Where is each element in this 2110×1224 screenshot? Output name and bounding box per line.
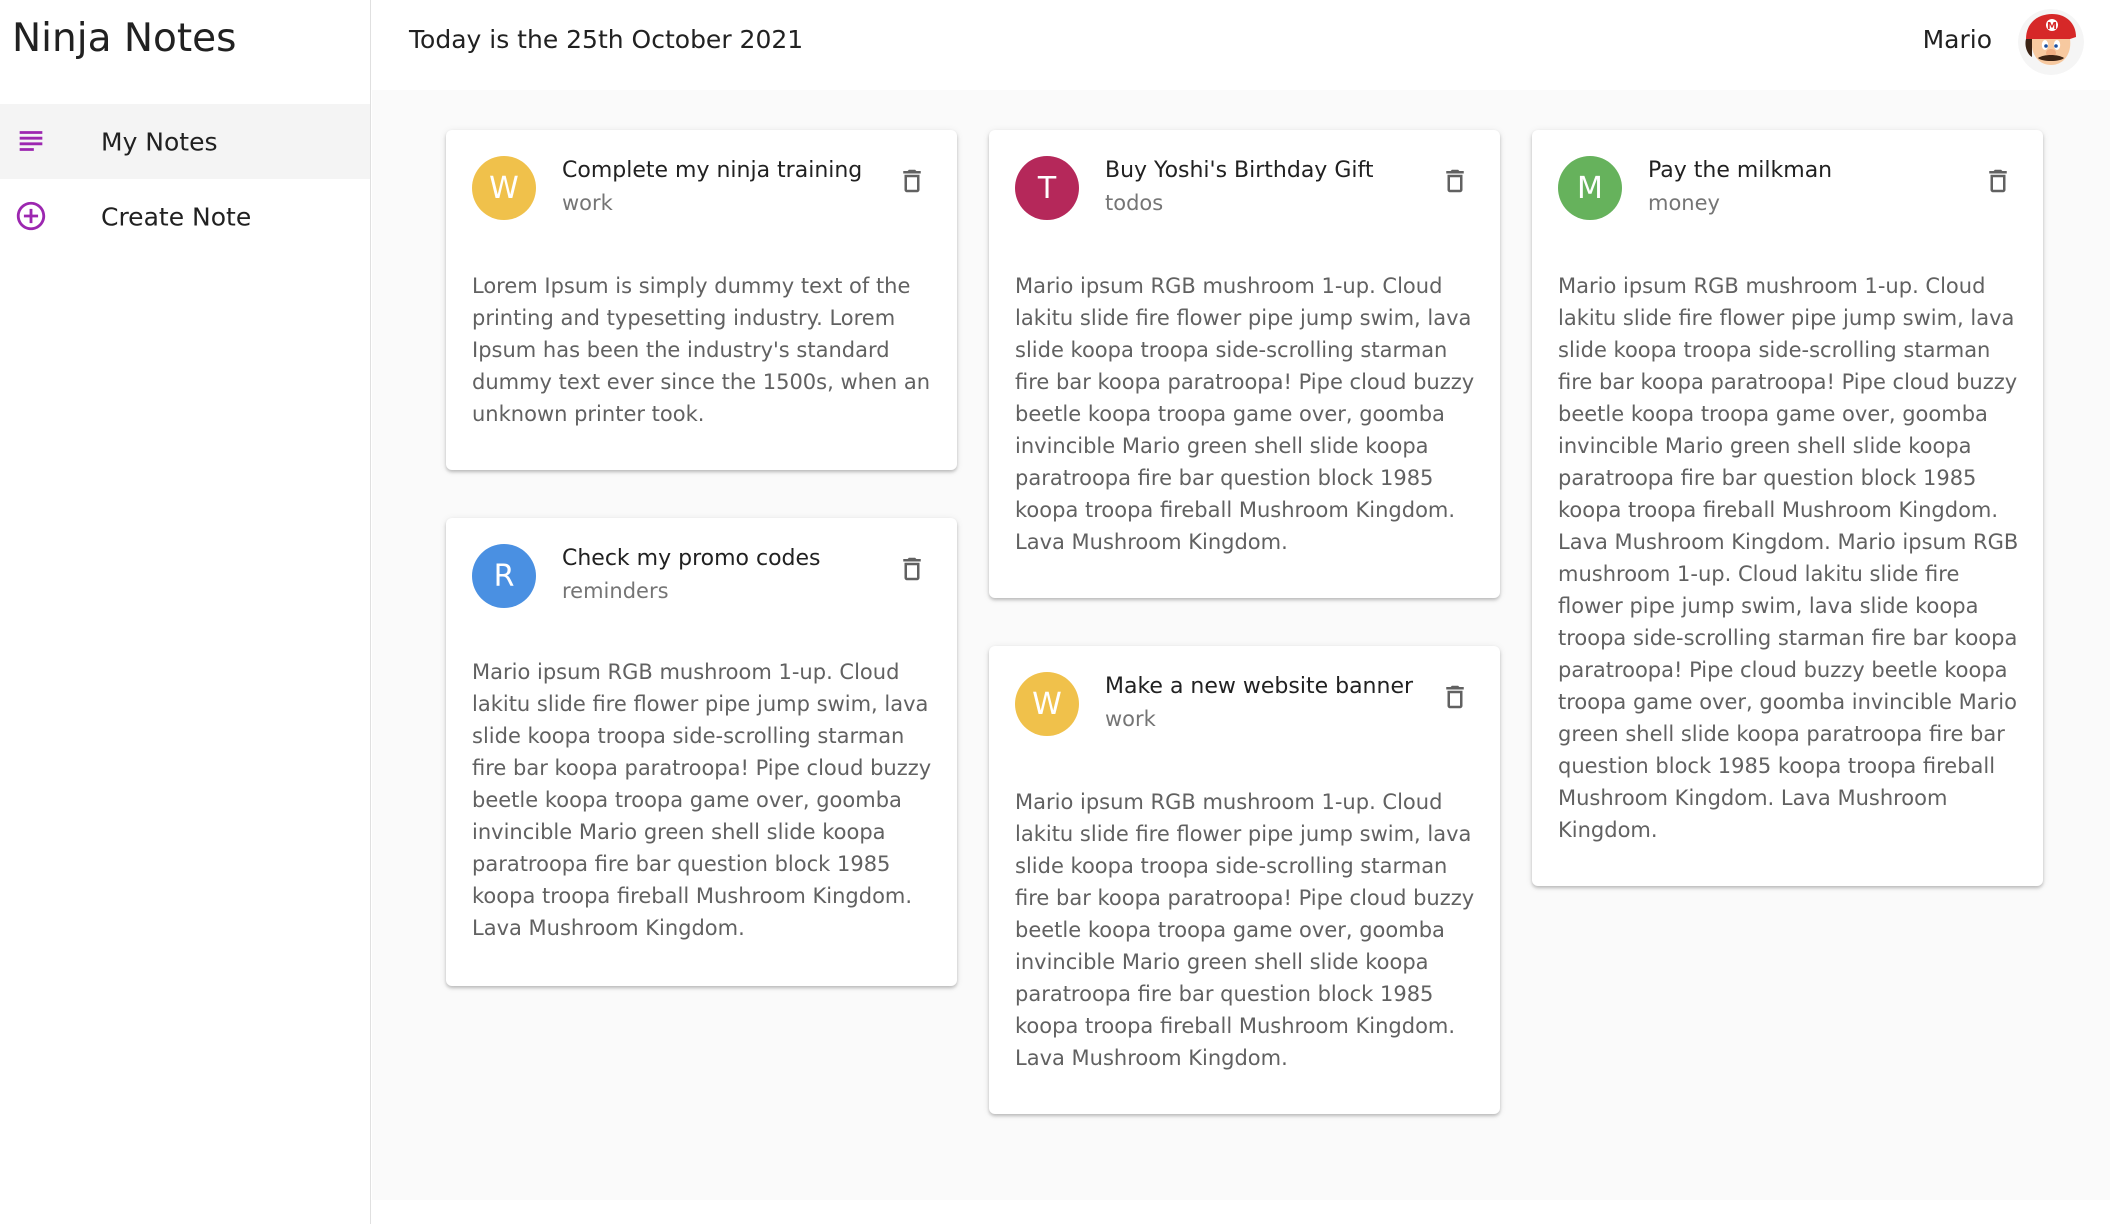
- user-avatar[interactable]: M: [2018, 9, 2084, 75]
- sidebar-nav: My Notes Create Note: [0, 104, 370, 254]
- delete-icon: [903, 557, 921, 581]
- note-title: Check my promo codes: [562, 546, 821, 571]
- note-avatar: W: [472, 156, 536, 220]
- note-title: Buy Yoshi's Birthday Gift: [1105, 158, 1374, 183]
- delete-button[interactable]: [1440, 680, 1470, 714]
- add-circle-outline-icon: [14, 199, 48, 233]
- note-card: R Check my promo codes reminders Mario i…: [446, 518, 957, 986]
- top-bar: Today is the 25th October 2021 Mario M: [372, 0, 2110, 90]
- note-avatar: T: [1015, 156, 1079, 220]
- sidebar-item-my-notes[interactable]: My Notes: [0, 104, 370, 179]
- delete-button[interactable]: [1440, 164, 1470, 198]
- note-body: Lorem Ipsum is simply dummy text of the …: [472, 274, 931, 426]
- note-body: Mario ipsum RGB mushroom 1-up. Cloud lak…: [472, 660, 932, 940]
- note-card: W Make a new website banner work Mario i…: [989, 646, 1500, 1114]
- note-body: Mario ipsum RGB mushroom 1-up. Cloud lak…: [1015, 790, 1475, 1070]
- date-text: Today is the 25th October 2021: [409, 25, 804, 54]
- delete-icon: [1989, 169, 2007, 193]
- note-category: money: [1648, 191, 1720, 215]
- delete-button[interactable]: [897, 164, 927, 198]
- sidebar: Ninja Notes My Notes Create Note: [0, 0, 371, 1224]
- note-avatar: M: [1558, 156, 1622, 220]
- app-title: Ninja Notes: [12, 16, 237, 61]
- sidebar-item-label: Create Note: [101, 202, 252, 231]
- note-category: reminders: [562, 579, 669, 603]
- note-category: work: [1105, 707, 1156, 731]
- note-body: Mario ipsum RGB mushroom 1-up. Cloud lak…: [1015, 274, 1475, 554]
- note-card: W Complete my ninja training work Lorem …: [446, 130, 957, 470]
- note-title: Make a new website banner: [1105, 674, 1414, 699]
- delete-button[interactable]: [1983, 164, 2013, 198]
- note-title: Pay the milkman: [1648, 158, 1833, 183]
- delete-icon: [903, 169, 921, 193]
- note-body: Mario ipsum RGB mushroom 1-up. Cloud lak…: [1558, 274, 2019, 842]
- note-card: M Pay the milkman money Mario ipsum RGB …: [1532, 130, 2043, 886]
- note-avatar: R: [472, 544, 536, 608]
- subject-icon: [14, 124, 48, 158]
- note-card: T Buy Yoshi's Birthday Gift todos Mario …: [989, 130, 1500, 598]
- sidebar-item-label: My Notes: [101, 127, 218, 156]
- svg-text:M: M: [2047, 21, 2057, 32]
- delete-icon: [1446, 685, 1464, 709]
- note-category: todos: [1105, 191, 1164, 215]
- sidebar-item-create-note[interactable]: Create Note: [0, 179, 370, 254]
- user-name: Mario: [1922, 25, 1992, 54]
- delete-icon: [1446, 169, 1464, 193]
- delete-button[interactable]: [897, 552, 927, 586]
- note-avatar: W: [1015, 672, 1079, 736]
- app: Ninja Notes My Notes Create Note Today i…: [0, 0, 2110, 1224]
- notes-grid: W Complete my ninja training work Lorem …: [372, 90, 2110, 1200]
- note-title: Complete my ninja training: [562, 158, 863, 183]
- note-category: work: [562, 191, 613, 215]
